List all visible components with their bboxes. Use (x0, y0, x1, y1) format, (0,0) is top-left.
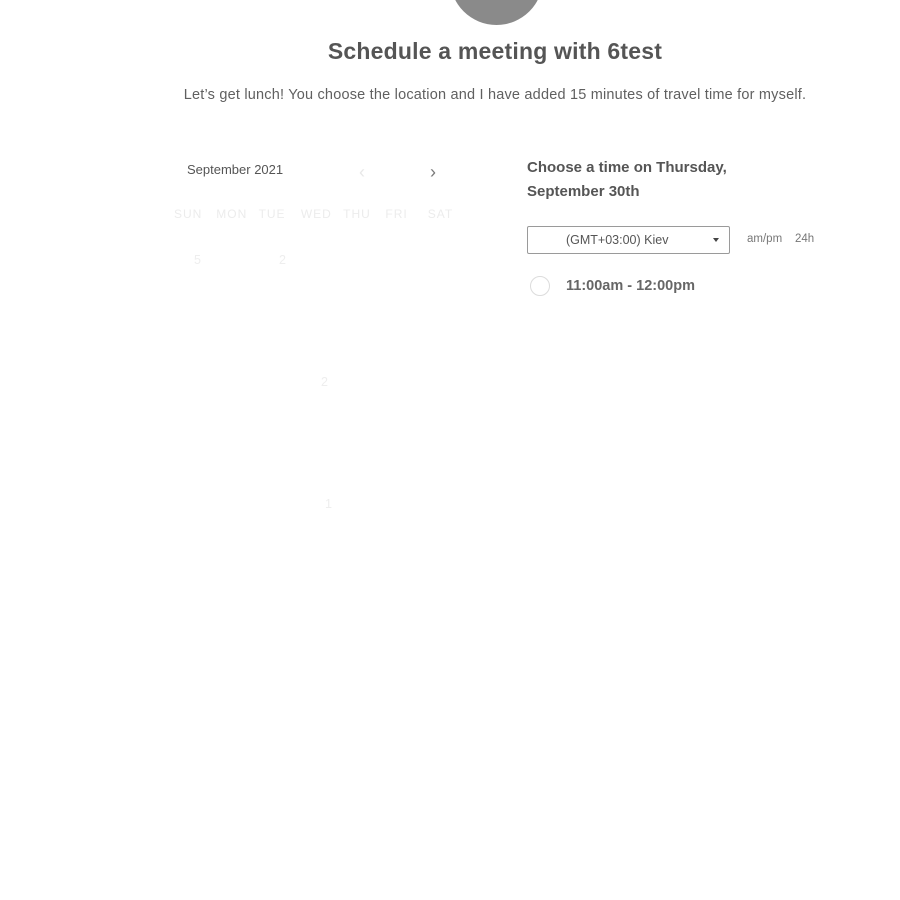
timezone-select[interactable]: (GMT+03:00) Kiev (527, 226, 730, 254)
calendar-month-label: September 2021 (187, 162, 284, 177)
meeting-description: Let’s get lunch! You choose the location… (183, 87, 807, 103)
weekday-label: FRI (385, 207, 408, 221)
chevron-right-icon[interactable]: › (430, 162, 436, 182)
calendar-day[interactable]: 5 (194, 253, 201, 267)
chevron-left-icon[interactable]: ‹ (359, 162, 365, 182)
calendar-day[interactable]: 2 (321, 375, 328, 389)
time-slot-option[interactable]: 11:00am - 12:00pm (530, 274, 695, 298)
caret-down-icon (713, 238, 719, 242)
calendar-day[interactable]: 2 (279, 253, 286, 267)
selected-date-heading: Choose a time on Thursday, September 30t… (527, 159, 727, 200)
weekday-label: SUN (174, 207, 203, 221)
timezone-value: (GMT+03:00) Kiev (566, 233, 669, 247)
weekday-label: THU (343, 207, 371, 221)
avatar (450, 0, 543, 25)
calendar-weekday-header: SUN MON TUE WED THU FRI SAT (174, 207, 470, 221)
radio-button[interactable] (530, 276, 550, 296)
format-24h-toggle[interactable]: 24h (795, 233, 814, 245)
weekday-label: TUE (258, 207, 286, 221)
weekday-label: SAT (427, 207, 454, 221)
weekday-label: WED (300, 207, 332, 221)
format-ampm-toggle[interactable]: am/pm (747, 233, 782, 245)
weekday-label: MON (216, 207, 248, 221)
time-slot-label: 11:00am - 12:00pm (566, 278, 695, 294)
scheduling-page: Schedule a meeting with 6test Let’s get … (0, 0, 900, 900)
page-title: Schedule a meeting with 6test (327, 38, 663, 64)
calendar-day[interactable]: 1 (325, 497, 332, 511)
